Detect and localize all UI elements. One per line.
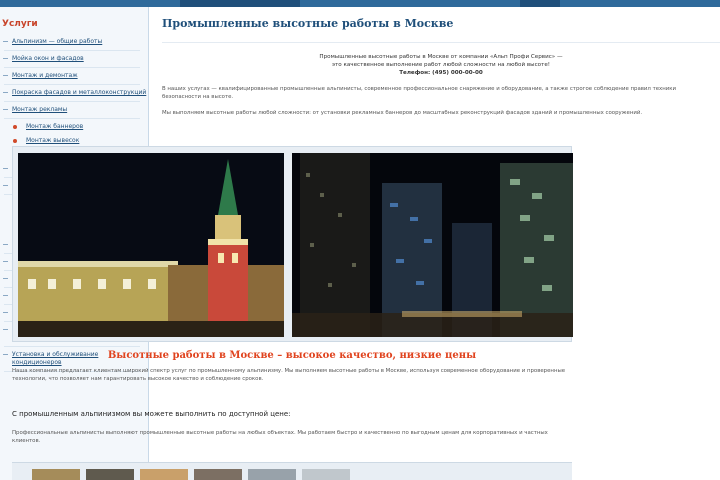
sidebar-item[interactable]: Мойка окон и фасадов [0,52,148,66]
sidebar-heading: Услуги [2,19,38,29]
services-heading: С промышленным альпинизмом вы можете вып… [12,410,291,418]
lead-phone: Телефон: (495) 000-00-00 [399,70,483,76]
lead-line: Промышленные высотные работы в Москве от… [319,54,563,60]
kremlin-tower-photo[interactable] [18,153,284,337]
moscow-city-image [292,153,573,337]
section-red-heading: Высотные работы в Москве – высокое качес… [107,350,477,361]
sidebar-divider [4,118,140,119]
top-bar-segment [300,0,520,7]
photo-gallery [12,146,573,342]
moscow-city-photo[interactable] [292,153,573,337]
kremlin-tower-image [18,153,284,337]
thumbnail[interactable] [302,469,350,480]
sidebar-item[interactable]: Покраска фасадов и металлоконструкций [0,86,148,100]
sidebar-item[interactable]: Монтаж и демонтаж [0,69,148,83]
sidebar-divider [4,346,140,347]
top-bar-segment [560,0,720,7]
intro-paragraph: В наших услугах — квалифицированные пром… [162,86,677,100]
sidebar-item[interactable]: Альпинизм — общие работы [0,35,148,49]
top-bar [0,0,720,7]
sidebar-item[interactable]: Монтаж баннеров [0,120,148,134]
thumbnail[interactable] [32,469,80,480]
sidebar-divider [4,50,140,51]
thumbnail[interactable] [86,469,134,480]
body-paragraph-2: Профессиональные альпинисты выполняют пр… [12,430,548,444]
thumbnail-strip [12,462,572,480]
thumbnail[interactable] [248,469,296,480]
sidebar-divider [4,67,140,68]
thumbnail[interactable] [140,469,188,480]
body-paragraph: Наша компания предлагает клиентам широки… [12,368,566,382]
page-title: Промышленные высотные работы в Москве [162,17,720,43]
lead-block: Промышленные высотные работы в Москве от… [162,53,720,77]
intro-paragraph-2: Мы выполняем высотные работы любой сложн… [162,110,643,116]
top-bar-segment [0,0,180,7]
lead-line: это качественное выполнение работ любой … [331,62,551,68]
sidebar-divider [4,101,140,102]
sidebar-item[interactable]: Монтаж рекламы [0,103,148,117]
thumbnail[interactable] [194,469,242,480]
sidebar-divider [4,84,140,85]
